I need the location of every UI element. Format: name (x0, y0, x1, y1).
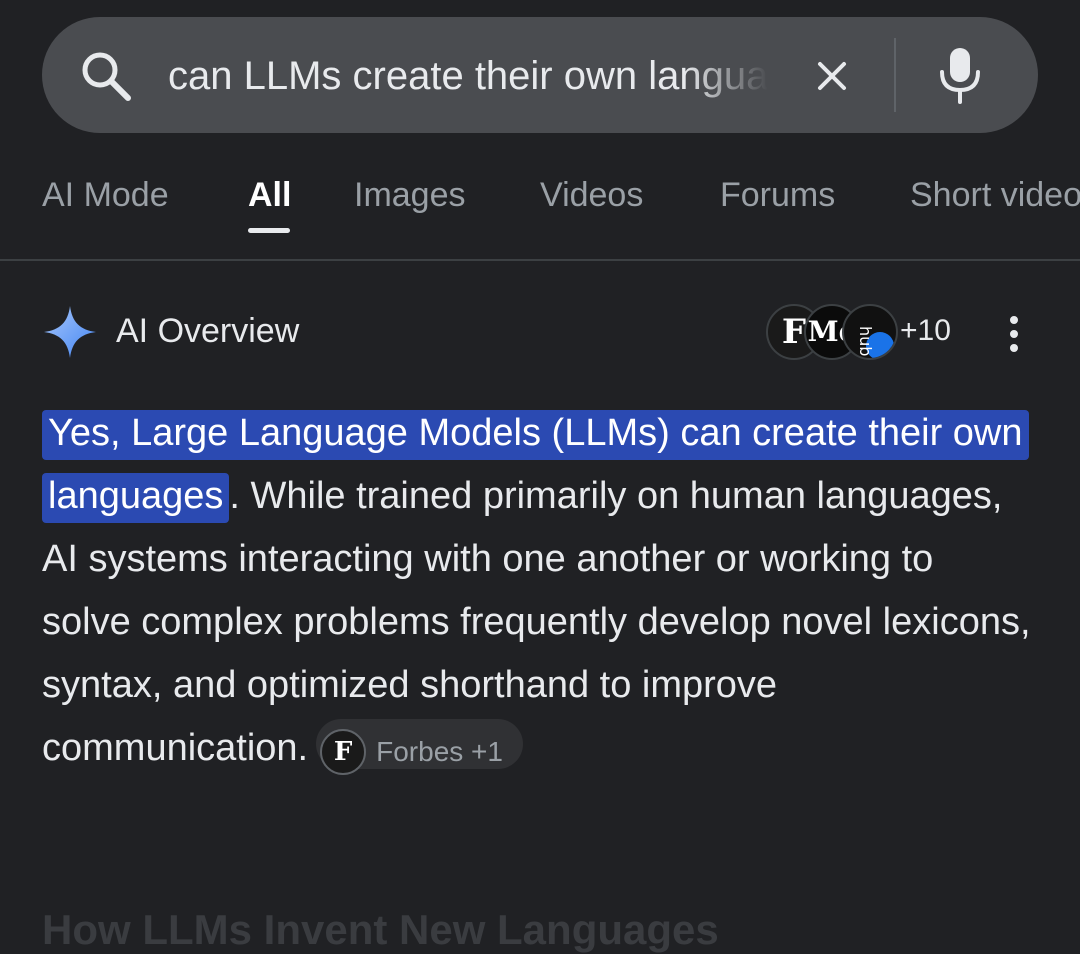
search-input[interactable] (168, 40, 768, 112)
source-logo-text: hub (856, 326, 875, 356)
citation-avatar: F (320, 728, 367, 775)
search-tabs: AI Mode All Images Videos Forums Short v… (0, 160, 1080, 260)
more-vert-icon[interactable] (1002, 314, 1026, 354)
active-tab-indicator (248, 228, 290, 233)
citation-label: Forbes +1 (376, 735, 503, 767)
mic-icon[interactable] (936, 46, 984, 104)
tab-videos[interactable]: Videos (540, 176, 643, 215)
source-logo-hub-icon: hub (856, 326, 894, 358)
more-sources-count[interactable]: +10 (900, 314, 951, 348)
ai-overview-text: Yes, Large Language Models (LLMs) can cr… (42, 402, 1032, 780)
tab-images[interactable]: Images (354, 176, 466, 215)
ai-overview-title: AI Overview (116, 312, 300, 350)
avatar: hub (842, 304, 898, 360)
sparkle-icon (44, 306, 96, 358)
source-avatars[interactable]: F Me hub (766, 304, 898, 360)
next-section-heading: How LLMs Invent New Languages (42, 906, 719, 953)
tab-short-videos[interactable]: Short videos (910, 176, 1080, 215)
citation-chip[interactable]: F Forbes +1 (316, 718, 523, 775)
tabs-divider (0, 259, 1080, 261)
close-icon[interactable] (812, 56, 852, 96)
search-icon[interactable] (78, 48, 134, 104)
search-divider (894, 38, 896, 112)
tab-ai-mode[interactable]: AI Mode (42, 176, 169, 215)
tab-forums[interactable]: Forums (720, 176, 835, 215)
ai-overview-header: AI Overview F Me hub +10 (0, 290, 1080, 380)
tab-all[interactable]: All (248, 176, 291, 215)
